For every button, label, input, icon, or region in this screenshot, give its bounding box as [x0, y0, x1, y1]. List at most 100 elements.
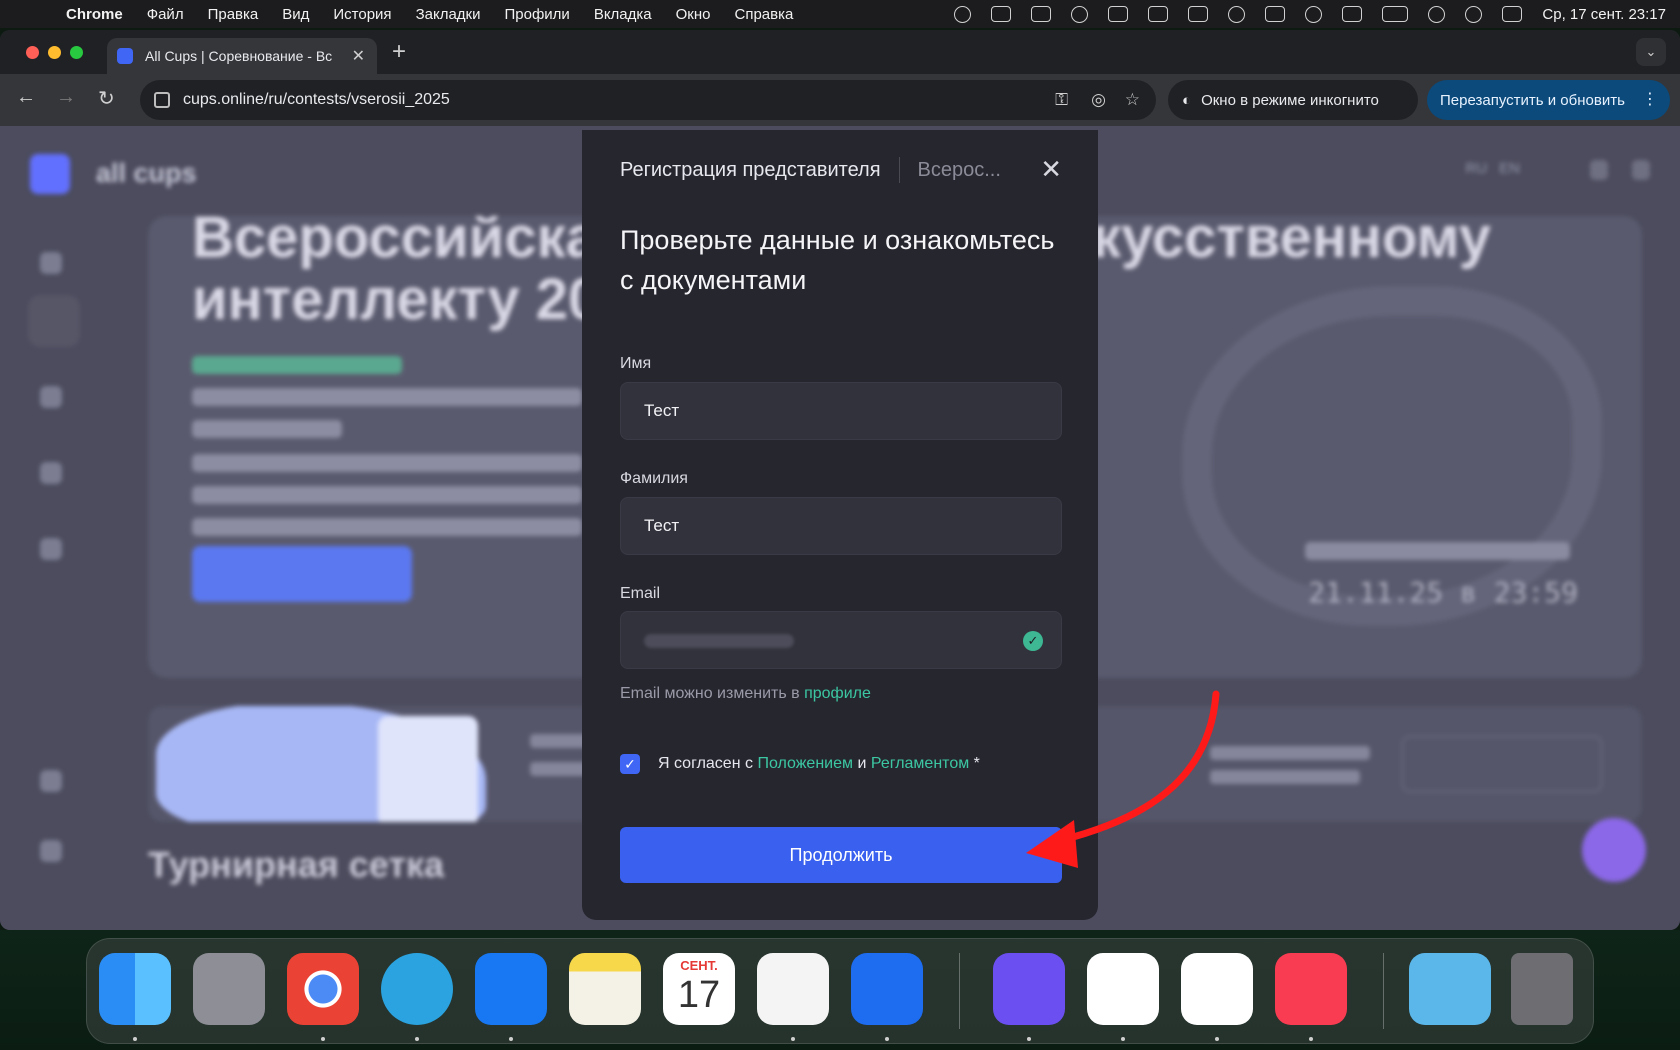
lang-en[interactable]: EN — [1499, 160, 1520, 177]
minimize-window-button[interactable] — [48, 46, 61, 59]
profile-link[interactable]: профиле — [804, 685, 871, 702]
allcups-favicon-icon — [117, 48, 133, 64]
launchpad-icon[interactable] — [193, 953, 265, 1025]
phone-app-icon[interactable] — [851, 953, 923, 1025]
close-tab-icon[interactable]: ✕ — [352, 46, 365, 66]
translate-status-icon[interactable] — [1148, 6, 1169, 22]
email-input[interactable]: ✓ — [620, 611, 1062, 669]
chatgpt-icon[interactable] — [757, 953, 829, 1025]
menu-edit[interactable]: Правка — [208, 6, 259, 23]
phone-status-icon[interactable] — [1188, 6, 1209, 22]
language-switcher[interactable]: RU EN — [1465, 160, 1520, 272]
battery-icon[interactable] — [1382, 6, 1409, 22]
last-name-value: Тест — [644, 516, 680, 535]
active-tab[interactable]: All Cups | Соревнование - Вс ✕ — [107, 38, 377, 74]
macos-dock: СЕНТ. 17 — [86, 938, 1594, 1044]
wifi-icon[interactable] — [1428, 5, 1446, 23]
profile-icon[interactable] — [40, 538, 62, 560]
powerpoint-icon[interactable] — [1087, 953, 1159, 1025]
app-x-icon[interactable] — [475, 953, 547, 1025]
tab-search-chevron-icon[interactable]: ⌄ — [1636, 38, 1666, 66]
menubar-clock[interactable]: Ср, 17 сент. 23:17 — [1542, 6, 1666, 23]
zoom-window-button[interactable] — [70, 46, 83, 59]
trophy-icon[interactable] — [28, 295, 80, 347]
site-settings-icon[interactable] — [154, 92, 170, 108]
menu-file[interactable]: Файл — [147, 6, 184, 23]
user-icon[interactable] — [1632, 160, 1650, 180]
control-center-icon[interactable] — [1502, 6, 1523, 22]
agreement-checkbox[interactable]: ✓ — [620, 754, 640, 774]
chrome-icon[interactable] — [287, 953, 359, 1025]
windows-status-icon[interactable] — [1265, 6, 1286, 22]
menu-profiles[interactable]: Профили — [504, 6, 569, 23]
submit-application-button[interactable] — [1402, 736, 1602, 792]
bell-icon[interactable] — [1590, 160, 1608, 180]
bookmark-star-icon[interactable]: ☆ — [1125, 90, 1140, 110]
lang-ru[interactable]: RU — [1465, 160, 1487, 177]
close-modal-icon[interactable]: ✕ — [1040, 154, 1062, 185]
flag-icon[interactable] — [40, 462, 62, 484]
play-status-icon[interactable] — [1305, 5, 1323, 23]
input-source-icon[interactable] — [1342, 6, 1363, 22]
spotlight-search-icon[interactable] — [1465, 5, 1483, 23]
notes-icon[interactable] — [569, 953, 641, 1025]
downloads-folder-icon[interactable] — [1409, 953, 1491, 1025]
running-indicator — [509, 1037, 513, 1041]
calendar-icon[interactable]: СЕНТ. 17 — [663, 953, 735, 1025]
chat-bubble-icon[interactable] — [1582, 818, 1646, 882]
calendar-month: СЕНТ. — [680, 958, 718, 973]
menu-tab[interactable]: Вкладка — [594, 6, 652, 23]
running-indicator — [791, 1037, 795, 1041]
music-icon[interactable] — [1275, 953, 1347, 1025]
close-window-button[interactable] — [26, 46, 39, 59]
collapse-icon[interactable] — [40, 840, 62, 862]
modal-header: Регистрация представителя Всерос... — [620, 156, 1068, 184]
bold-b-status-icon[interactable] — [1031, 6, 1052, 22]
tab-strip: All Cups | Соревнование - Вс ✕ + ⌄ — [0, 30, 1680, 74]
menu-bookmarks[interactable]: Закладки — [416, 6, 481, 23]
menu-view[interactable]: Вид — [282, 6, 309, 23]
regulations-link[interactable]: Положением — [757, 755, 853, 773]
reload-icon[interactable]: ↻ — [98, 86, 115, 111]
last-name-input[interactable]: Тест — [620, 497, 1062, 555]
forward-arrow-icon[interactable]: → — [56, 86, 76, 109]
hero-text-line — [192, 486, 582, 504]
olympiad-page-link[interactable] — [192, 356, 402, 374]
modal-header-title: Регистрация представителя — [620, 158, 881, 181]
menu-window[interactable]: Окно — [676, 6, 711, 23]
help-icon[interactable] — [40, 770, 62, 792]
chatgpt-status-icon[interactable] — [954, 5, 972, 23]
incognito-icon: ◐ — [1182, 91, 1192, 109]
key-icon[interactable]: ⚿ — [1055, 90, 1068, 110]
telegram-icon[interactable] — [381, 953, 453, 1025]
menu-help[interactable]: Справка — [735, 6, 794, 23]
first-name-input[interactable]: Тест — [620, 382, 1062, 440]
trash-icon[interactable] — [1511, 953, 1573, 1025]
excel-icon[interactable] — [1181, 953, 1253, 1025]
continue-button[interactable]: Продолжить — [620, 827, 1062, 883]
home-icon[interactable] — [40, 252, 62, 274]
bracket-heading: Турнирная сетка — [148, 844, 445, 885]
lock-status-icon[interactable] — [1071, 5, 1089, 23]
eye-off-icon[interactable]: ◎ — [1091, 90, 1106, 110]
education-icon[interactable] — [40, 386, 62, 408]
participate-button[interactable] — [192, 546, 412, 602]
incognito-indicator[interactable]: ◐ Окно в режиме инкогнито — [1168, 80, 1418, 120]
url-text[interactable]: cups.online/ru/contests/vserosii_2025 — [183, 91, 450, 109]
rules-link[interactable]: Регламентом — [871, 755, 969, 773]
back-arrow-icon[interactable]: ← — [16, 86, 36, 109]
menu-app-chrome[interactable]: Chrome — [66, 6, 123, 23]
agree-text: Я согласен с — [658, 755, 753, 772]
relaunch-update-button[interactable]: Перезапустить и обновить ⋮ — [1427, 80, 1670, 120]
new-tab-icon[interactable]: + — [392, 38, 406, 66]
messenger-icon[interactable] — [993, 953, 1065, 1025]
arch-status-icon[interactable] — [1108, 6, 1129, 22]
hero-title-line1-right: кусственному — [1092, 216, 1492, 270]
status-app-icon[interactable] — [991, 6, 1012, 22]
notifications-status-icon[interactable] — [1228, 5, 1246, 23]
finder-icon[interactable] — [99, 953, 171, 1025]
chrome-menu-icon[interactable]: ⋮ — [1642, 89, 1658, 109]
menu-history[interactable]: История — [333, 6, 391, 23]
running-indicator — [321, 1037, 325, 1041]
address-bar[interactable]: cups.online/ru/contests/vserosii_2025 ⚿ … — [140, 80, 1156, 120]
